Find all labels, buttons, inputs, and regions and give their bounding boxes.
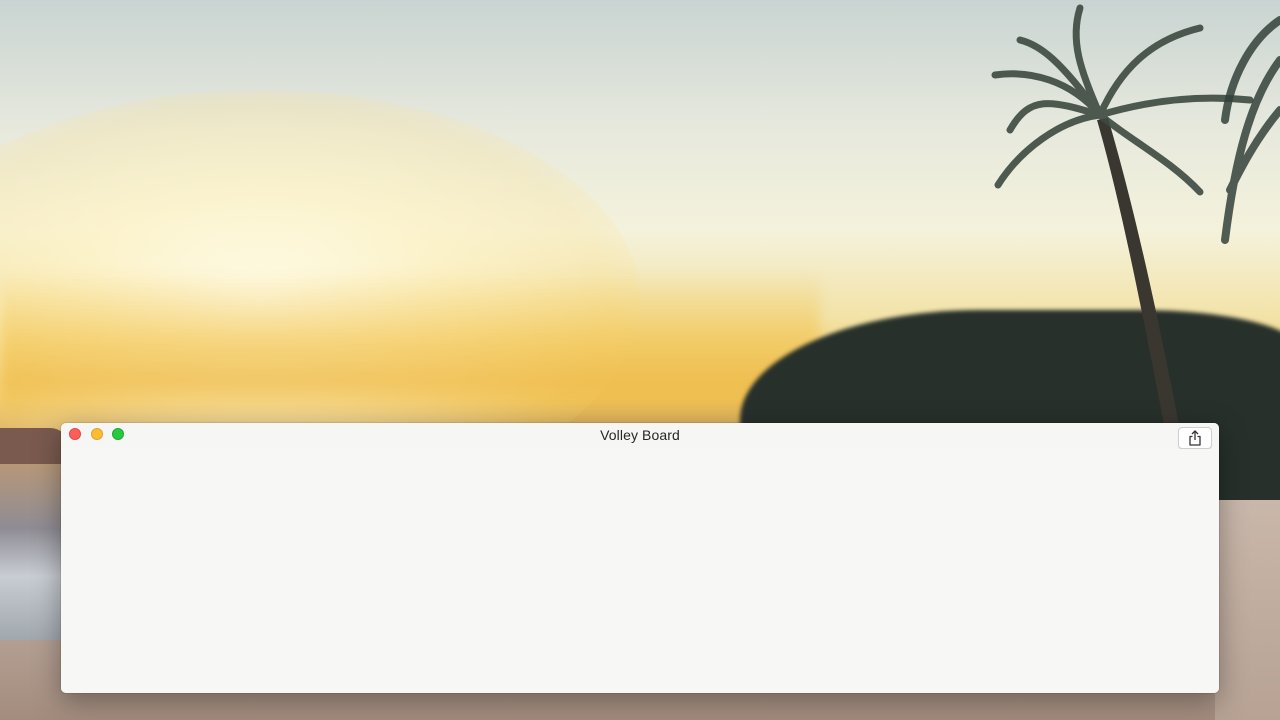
app-window: Volley Board — [61, 423, 1219, 693]
window-title: Volley Board — [600, 427, 680, 443]
title-bar[interactable]: Volley Board — [61, 423, 1219, 449]
board-canvas[interactable] — [61, 449, 1219, 693]
palm-fronds — [991, 4, 1254, 196]
share-icon — [1189, 430, 1201, 446]
beach-sand-right — [1215, 500, 1280, 720]
desktop-wallpaper: Volley Board — [0, 0, 1280, 720]
share-button[interactable] — [1178, 427, 1212, 449]
